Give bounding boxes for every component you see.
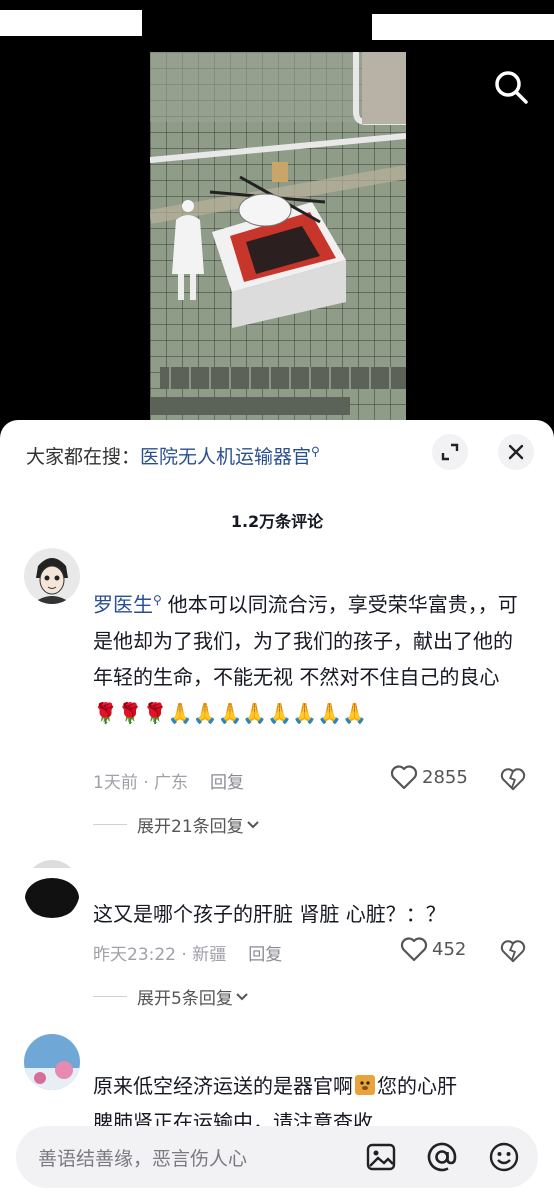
close-button[interactable] [498, 434, 534, 470]
like-count: 2855 [422, 766, 468, 788]
mention-button[interactable] [426, 1141, 458, 1173]
comment-body: 他本可以同流合污，享受荣华富贵，，可是他却为了我们，为了我们的孩子，献出了他的年… [93, 592, 518, 689]
comment-meta: 1天前 · 广东 回复 [93, 768, 244, 793]
hot-search-banner[interactable]: 大家都在搜：医院无人机运输器官⚲ [26, 442, 320, 469]
divider [93, 824, 127, 825]
expand-icon [441, 443, 459, 461]
comment-author[interactable]: 罗医生 [93, 593, 153, 617]
expand-replies[interactable]: 展开5条回复 [93, 984, 251, 1009]
search-icon [495, 71, 528, 104]
comment-meta: 昨天23:22 · 新疆 回复 [93, 940, 282, 965]
comment-input[interactable]: 善语结善缘，恶言伤人心 [16, 1126, 538, 1188]
dislike-button[interactable] [500, 938, 526, 964]
heart-icon [390, 765, 418, 790]
comment-body: 原来低空经济运送的是器官啊 [93, 1074, 353, 1098]
comment-text: 罗医生⚲ 他本可以同流合污，享受荣华富贵，，可是他却为了我们，为了我们的孩子，献出… [93, 582, 523, 731]
avatar[interactable] [24, 860, 80, 920]
divider [93, 996, 127, 997]
broken-heart-icon [500, 768, 526, 791]
search-button[interactable] [490, 66, 532, 108]
image-button[interactable] [365, 1141, 397, 1173]
expand-button[interactable] [432, 434, 468, 470]
heart-icon [400, 937, 428, 962]
image-icon [366, 1143, 396, 1171]
redacted-block [372, 14, 554, 40]
avatar[interactable] [24, 1034, 80, 1090]
expand-replies-label: 展开5条回复 [137, 989, 233, 1009]
comment-sheet: 大家都在搜：医院无人机运输器官⚲ 1.2万条评论 罗医生⚲ 他本可以同流合污，享… [0, 420, 554, 1200]
expand-replies-label: 展开21条回复 [137, 817, 244, 837]
close-icon [508, 444, 524, 460]
like-button[interactable]: 2855 [390, 764, 468, 790]
smiley-icon [489, 1142, 519, 1172]
chevron-down-icon [246, 820, 259, 828]
hot-search-keyword[interactable]: 医院无人机运输器官 [140, 446, 311, 468]
chevron-down-icon [236, 992, 248, 1000]
comment-body-tail: 您的心肝 [377, 1074, 457, 1098]
comment-input-placeholder: 善语结善缘，恶言伤人心 [38, 1148, 248, 1170]
rose-emoji: 🌹🌹🌹 [93, 700, 168, 725]
search-icon: ⚲ [311, 444, 320, 459]
comment-count: 1.2万条评论 [230, 512, 324, 531]
expand-replies[interactable]: 展开21条回复 [93, 812, 262, 837]
like-count: 452 [432, 938, 467, 960]
avatar[interactable] [24, 548, 80, 604]
rooftop-drone-scene [150, 52, 406, 415]
at-icon [427, 1142, 457, 1172]
bear-emoji [353, 1072, 377, 1096]
video-frame [150, 52, 406, 440]
reply-button[interactable]: 回复 [210, 773, 244, 793]
emoji-button[interactable] [488, 1141, 520, 1173]
video-player[interactable] [0, 0, 554, 440]
comment-text: 原来低空经济运送的是器官啊 您的心肝 脾肺肾正在运输中，请注意查收 [93, 1068, 523, 1128]
broken-heart-icon [500, 940, 526, 963]
reply-button[interactable]: 回复 [248, 945, 282, 965]
redacted-block [0, 10, 142, 36]
pray-emoji: 🙏🙏🙏🙏🙏🙏🙏🙏 [167, 700, 367, 725]
like-button[interactable]: 452 [400, 936, 466, 962]
search-icon: ⚲ [153, 593, 162, 607]
comment-text: 这又是哪个孩子的肝脏 肾脏 心脏？：？ [93, 902, 446, 926]
hot-search-prefix: 大家都在搜： [26, 446, 141, 468]
dislike-button[interactable] [500, 766, 526, 792]
comment-time-location: 昨天23:22 · 新疆 [93, 945, 227, 965]
comment-time-location: 1天前 · 广东 [93, 773, 189, 793]
